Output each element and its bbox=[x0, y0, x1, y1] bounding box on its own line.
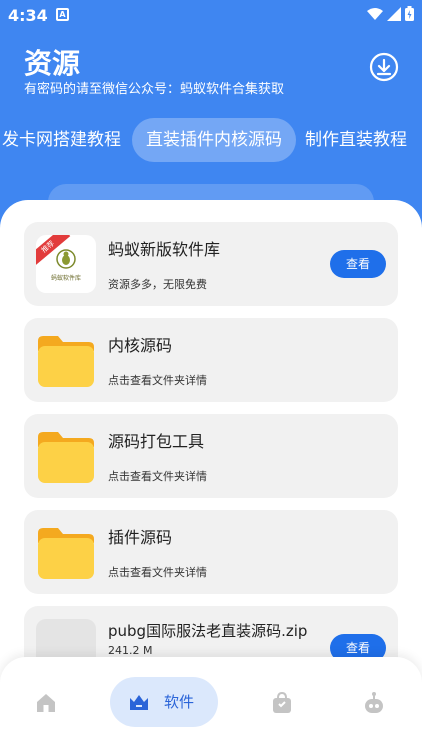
download-icon[interactable] bbox=[369, 52, 399, 82]
page-subtitle: 有密码的请至微信公众号：蚂蚁软件合集获取 bbox=[24, 82, 285, 97]
item-description: 点击查看文件夹详情 bbox=[108, 374, 207, 387]
app-notification-icon: A bbox=[56, 8, 69, 21]
item-title: 源码打包工具 bbox=[108, 432, 205, 451]
tab-plugin-source[interactable]: 直装插件内核源码 bbox=[132, 118, 296, 162]
item-title: 内核源码 bbox=[108, 336, 173, 355]
nav-software-label: 软件 bbox=[164, 693, 195, 711]
bottom-navigation: 软件 bbox=[0, 657, 422, 750]
status-time: 4:34 bbox=[8, 6, 48, 25]
folder-icon bbox=[38, 432, 94, 483]
wifi-icon bbox=[367, 7, 383, 20]
battery-icon bbox=[405, 6, 414, 21]
view-button[interactable]: 查看 bbox=[330, 250, 386, 278]
signal-icon bbox=[387, 6, 401, 21]
folder-icon bbox=[38, 336, 94, 387]
robot-icon[interactable] bbox=[362, 691, 386, 715]
status-bar: 4:34 A bbox=[0, 0, 422, 30]
list-item[interactable]: 内核源码 点击查看文件夹详情 bbox=[24, 318, 398, 402]
folder-icon bbox=[38, 528, 94, 579]
bag-icon[interactable] bbox=[270, 691, 294, 715]
item-title: 蚂蚁新版软件库 bbox=[108, 240, 221, 259]
list-item[interactable]: 插件源码 点击查看文件夹详情 bbox=[24, 510, 398, 594]
category-tabs: 发卡网搭建教程 直装插件内核源码 制作直装教程 bbox=[0, 118, 422, 162]
item-size: 241.2 M bbox=[108, 644, 153, 657]
list-item[interactable]: 推荐 蚂蚁软件库 蚂蚁新版软件库 资源多多，无限免费 查看 bbox=[24, 222, 398, 306]
apps-icon bbox=[130, 695, 148, 710]
list-item[interactable]: 源码打包工具 点击查看文件夹详情 bbox=[24, 414, 398, 498]
ant-logo-icon bbox=[56, 249, 76, 269]
tab-tutorial-card-site[interactable]: 发卡网搭建教程 bbox=[2, 118, 121, 162]
home-icon[interactable] bbox=[34, 691, 58, 715]
item-title: pubg国际服法老直装源码.zip bbox=[108, 622, 308, 640]
tab-build-tutorial[interactable]: 制作直装教程 bbox=[305, 118, 407, 162]
item-title: 插件源码 bbox=[108, 528, 173, 547]
app-logo: 推荐 蚂蚁软件库 bbox=[36, 235, 96, 293]
page-title: 资源 bbox=[24, 47, 81, 80]
item-description: 点击查看文件夹详情 bbox=[108, 470, 207, 483]
item-description: 点击查看文件夹详情 bbox=[108, 566, 207, 579]
item-description: 资源多多，无限免费 bbox=[108, 278, 207, 291]
nav-software[interactable]: 软件 bbox=[110, 677, 218, 727]
logo-caption: 蚂蚁软件库 bbox=[50, 275, 81, 282]
